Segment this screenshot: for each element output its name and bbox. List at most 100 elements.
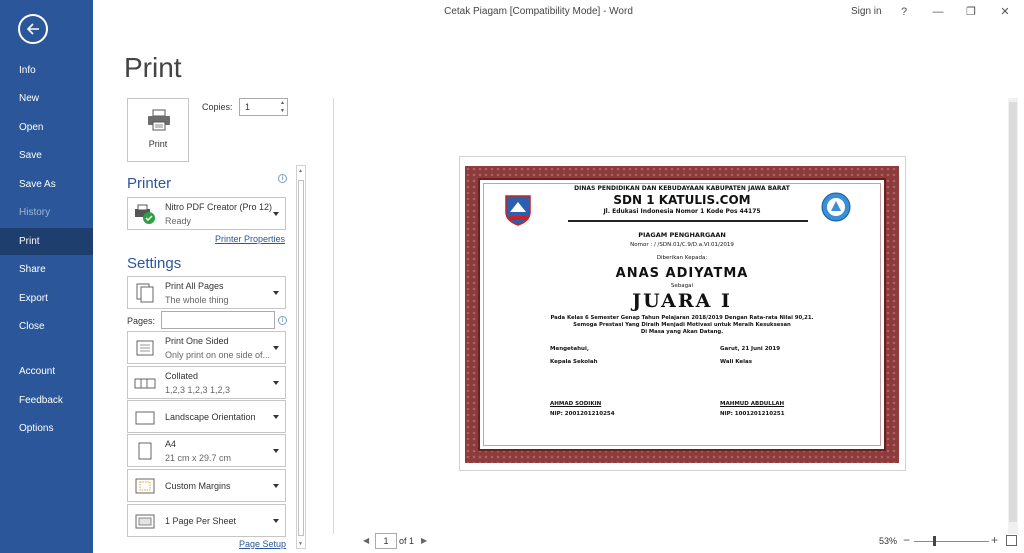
sidebar-item-account[interactable]: Account — [0, 358, 93, 385]
spin-down-icon[interactable]: ▼ — [280, 108, 285, 114]
margins-label: Custom Margins — [165, 481, 231, 491]
settings-scrollbar[interactable]: ▲ ▼ — [296, 165, 306, 549]
copies-label: Copies: — [202, 102, 233, 112]
sign-in-link[interactable]: Sign in — [851, 6, 882, 17]
close-window-button[interactable]: ✕ — [995, 3, 1015, 21]
settings-section-title: Settings — [127, 255, 182, 272]
collated-icon — [134, 378, 156, 389]
restore-button[interactable]: ❐ — [961, 3, 981, 21]
zoom-out-icon[interactable]: − — [903, 533, 910, 547]
scrollbar-thumb[interactable] — [1009, 102, 1017, 522]
sidebar-item-open[interactable]: Open — [0, 114, 93, 141]
zoom-in-icon[interactable]: + — [991, 533, 998, 547]
zoom-percent[interactable]: 53% — [879, 536, 897, 546]
collation-desc: 1,2,3 1,2,3 1,2,3 — [165, 385, 231, 395]
chevron-down-icon — [273, 346, 279, 350]
sidebar-item-export[interactable]: Export — [0, 285, 93, 312]
sidebar-item-info[interactable]: Info — [0, 57, 93, 84]
chevron-down-icon — [273, 484, 279, 488]
cert-number: Nomor : / /SDN.01/C.9/D.a.VI.01/2019 — [630, 242, 734, 248]
print-range-dropdown[interactable]: Print All Pages The whole thing — [127, 276, 286, 309]
next-page-icon[interactable]: ▶ — [421, 536, 427, 545]
page-number-input[interactable]: 1 — [375, 533, 397, 549]
copies-stepper[interactable]: 1 ▲ ▼ — [239, 98, 288, 116]
certificate-border: DINAS PENDIDIKAN DAN KEBUDAYAAN KABUPATE… — [465, 166, 899, 463]
chevron-down-icon — [273, 291, 279, 295]
margins-dropdown[interactable]: Custom Margins — [127, 469, 286, 502]
cert-award-title: PIAGAM PENGHARGAAN — [638, 231, 726, 239]
cert-given-to: Diberikan Kepada: — [656, 255, 708, 261]
chevron-down-icon — [273, 212, 279, 216]
pages-icon — [136, 283, 154, 303]
pages-per-sheet-dropdown[interactable]: 1 Page Per Sheet — [127, 504, 286, 537]
minimize-button[interactable]: — — [928, 3, 948, 21]
printer-name: Nitro PDF Creator (Pro 12) — [165, 202, 273, 212]
cert-address: Jl. Edukasi Indonesia Nomor 1 Kode Pos 4… — [603, 208, 761, 215]
printer-dropdown[interactable]: Nitro PDF Creator (Pro 12) Ready — [127, 197, 286, 230]
scrollbar-thumb[interactable] — [298, 180, 304, 536]
scroll-up-icon[interactable]: ▲ — [298, 168, 303, 174]
page-count: of 1 — [399, 536, 415, 546]
sidebar-item-save[interactable]: Save — [0, 142, 93, 169]
landscape-icon — [135, 411, 155, 425]
cert-body-3: Di Masa yang Akan Datang. — [640, 329, 724, 335]
pages-per-sheet-label: 1 Page Per Sheet — [165, 516, 237, 526]
sides-desc: Only print on one side of... — [165, 350, 271, 360]
orientation-dropdown[interactable]: Landscape Orientation — [127, 400, 286, 433]
sides-label: Print One Sided — [165, 336, 229, 346]
paper-size-desc: 21 cm x 29.7 cm — [165, 453, 232, 463]
page-setup-link[interactable]: Page Setup — [239, 539, 286, 549]
info-icon[interactable]: i — [278, 316, 287, 325]
info-icon[interactable]: i — [278, 174, 287, 183]
zoom-to-page-icon[interactable] — [1006, 535, 1017, 546]
chevron-down-icon — [273, 449, 279, 453]
cert-right-role: Wali Kelas — [720, 359, 753, 365]
cert-place-date: Garut, 21 Juni 2019 — [720, 346, 781, 352]
cert-school: SDN 1 KATULIS.COM — [613, 193, 751, 207]
certificate-body: DINAS PENDIDIKAN DAN KEBUDAYAAN KABUPATE… — [478, 178, 886, 451]
sidebar-item-new[interactable]: New — [0, 85, 93, 112]
sidebar-item-options[interactable]: Options — [0, 415, 93, 442]
pages-label: Pages: — [127, 316, 156, 326]
window-title: Cetak Piagam [Compatibility Mode] - Word — [444, 6, 633, 17]
pages-input[interactable] — [161, 311, 275, 329]
collation-dropdown[interactable]: Collated 1,2,3 1,2,3 1,2,3 — [127, 366, 286, 399]
back-arrow-icon[interactable] — [18, 14, 48, 44]
print-button[interactable]: Print — [127, 98, 189, 162]
paper-size-dropdown[interactable]: A4 21 cm x 29.7 cm — [127, 434, 286, 467]
preview-scrollbar[interactable] — [1008, 98, 1018, 534]
scroll-down-icon[interactable]: ▼ — [298, 541, 303, 547]
sidebar-item-close[interactable]: Close — [0, 313, 93, 340]
cert-left-name: AHMAD SODIKIN — [550, 401, 602, 407]
cert-agency: DINAS PENDIDIKAN DAN KEBUDAYAAN KABUPATE… — [574, 185, 790, 192]
sidebar-item-feedback[interactable]: Feedback — [0, 387, 93, 414]
sidebar-item-share[interactable]: Share — [0, 256, 93, 283]
cert-body-2: Semoga Prestasi Yang Diraih Menjadi Moti… — [573, 322, 791, 328]
orientation-label: Landscape Orientation — [165, 412, 256, 422]
paper-size-icon — [138, 442, 152, 460]
cert-left-nip: NIP: 2001201210254 — [550, 411, 615, 417]
print-range-label: Print All Pages — [165, 281, 224, 291]
help-button[interactable]: ? — [894, 3, 914, 21]
zoom-slider[interactable] — [914, 541, 989, 542]
sidebar-item-print[interactable]: Print — [0, 228, 93, 255]
cert-right-name: MAHMUD ABDULLAH — [720, 401, 785, 407]
spin-up-icon[interactable]: ▲ — [280, 100, 285, 106]
paper-size-label: A4 — [165, 439, 177, 449]
printer-properties-link[interactable]: Printer Properties — [215, 234, 285, 244]
sidebar-item-save-as[interactable]: Save As — [0, 171, 93, 198]
margins-icon — [135, 478, 155, 494]
printer-section-title: Printer — [127, 175, 172, 192]
previous-page-icon[interactable]: ◀ — [363, 536, 369, 545]
printer-ready-icon — [135, 204, 155, 224]
cert-divider — [568, 220, 808, 222]
sidebar-item-history: History — [19, 207, 51, 218]
backstage-sidebar: Info New Open Save Save As History Print… — [0, 0, 93, 553]
page-title: Print — [124, 52, 182, 83]
print-range-desc: The whole thing — [165, 295, 229, 305]
cert-left-role: Kepala Sekolah — [550, 359, 598, 365]
sides-dropdown[interactable]: Print One Sided Only print on one side o… — [127, 331, 286, 364]
zoom-slider-thumb[interactable] — [933, 536, 936, 546]
print-button-label: Print — [148, 139, 168, 149]
pages-per-sheet-icon — [135, 514, 155, 529]
